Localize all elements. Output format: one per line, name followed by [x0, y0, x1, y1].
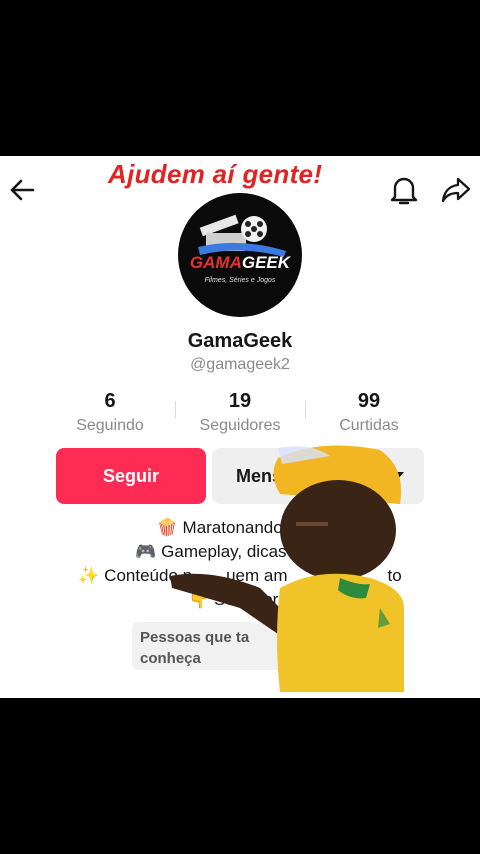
profile-screen: Ajudem aí gente! GAMAGEEK Filmes, Séries…: [0, 156, 480, 698]
brand-name-part1: GAMA: [189, 253, 242, 272]
brand-name: GAMAGEEK: [178, 253, 302, 273]
stat-likes[interactable]: 99 Curtidas: [304, 390, 434, 435]
bell-icon: [390, 177, 418, 205]
stat-following-value: 6: [104, 390, 116, 412]
notification-button[interactable]: [386, 172, 422, 208]
back-button[interactable]: [4, 172, 40, 208]
arrow-left-icon: [10, 179, 35, 201]
brand-tagline: Filmes, Séries e Jogos: [204, 277, 276, 284]
stat-followers-value: 19: [228, 390, 252, 412]
brand-name-part2: GEEK: [241, 253, 291, 272]
stat-followers-label: Seguidores: [199, 417, 281, 434]
stat-likes-value: 99: [357, 390, 381, 412]
share-icon: [441, 177, 471, 203]
stat-following-label: Seguindo: [76, 417, 144, 434]
avatar[interactable]: GAMAGEEK Filmes, Séries e Jogos: [178, 193, 302, 317]
overlay-caption: Ajudem aí gente!: [108, 159, 323, 189]
person-sticker: [170, 445, 404, 692]
stat-following[interactable]: 6 Seguindo: [45, 390, 175, 435]
stat-likes-label: Curtidas: [339, 417, 399, 434]
display-name: GamaGeek: [187, 330, 293, 352]
share-button[interactable]: [438, 172, 474, 208]
username: @gamageek2: [190, 356, 290, 373]
stat-followers[interactable]: 19 Seguidores: [175, 390, 305, 435]
